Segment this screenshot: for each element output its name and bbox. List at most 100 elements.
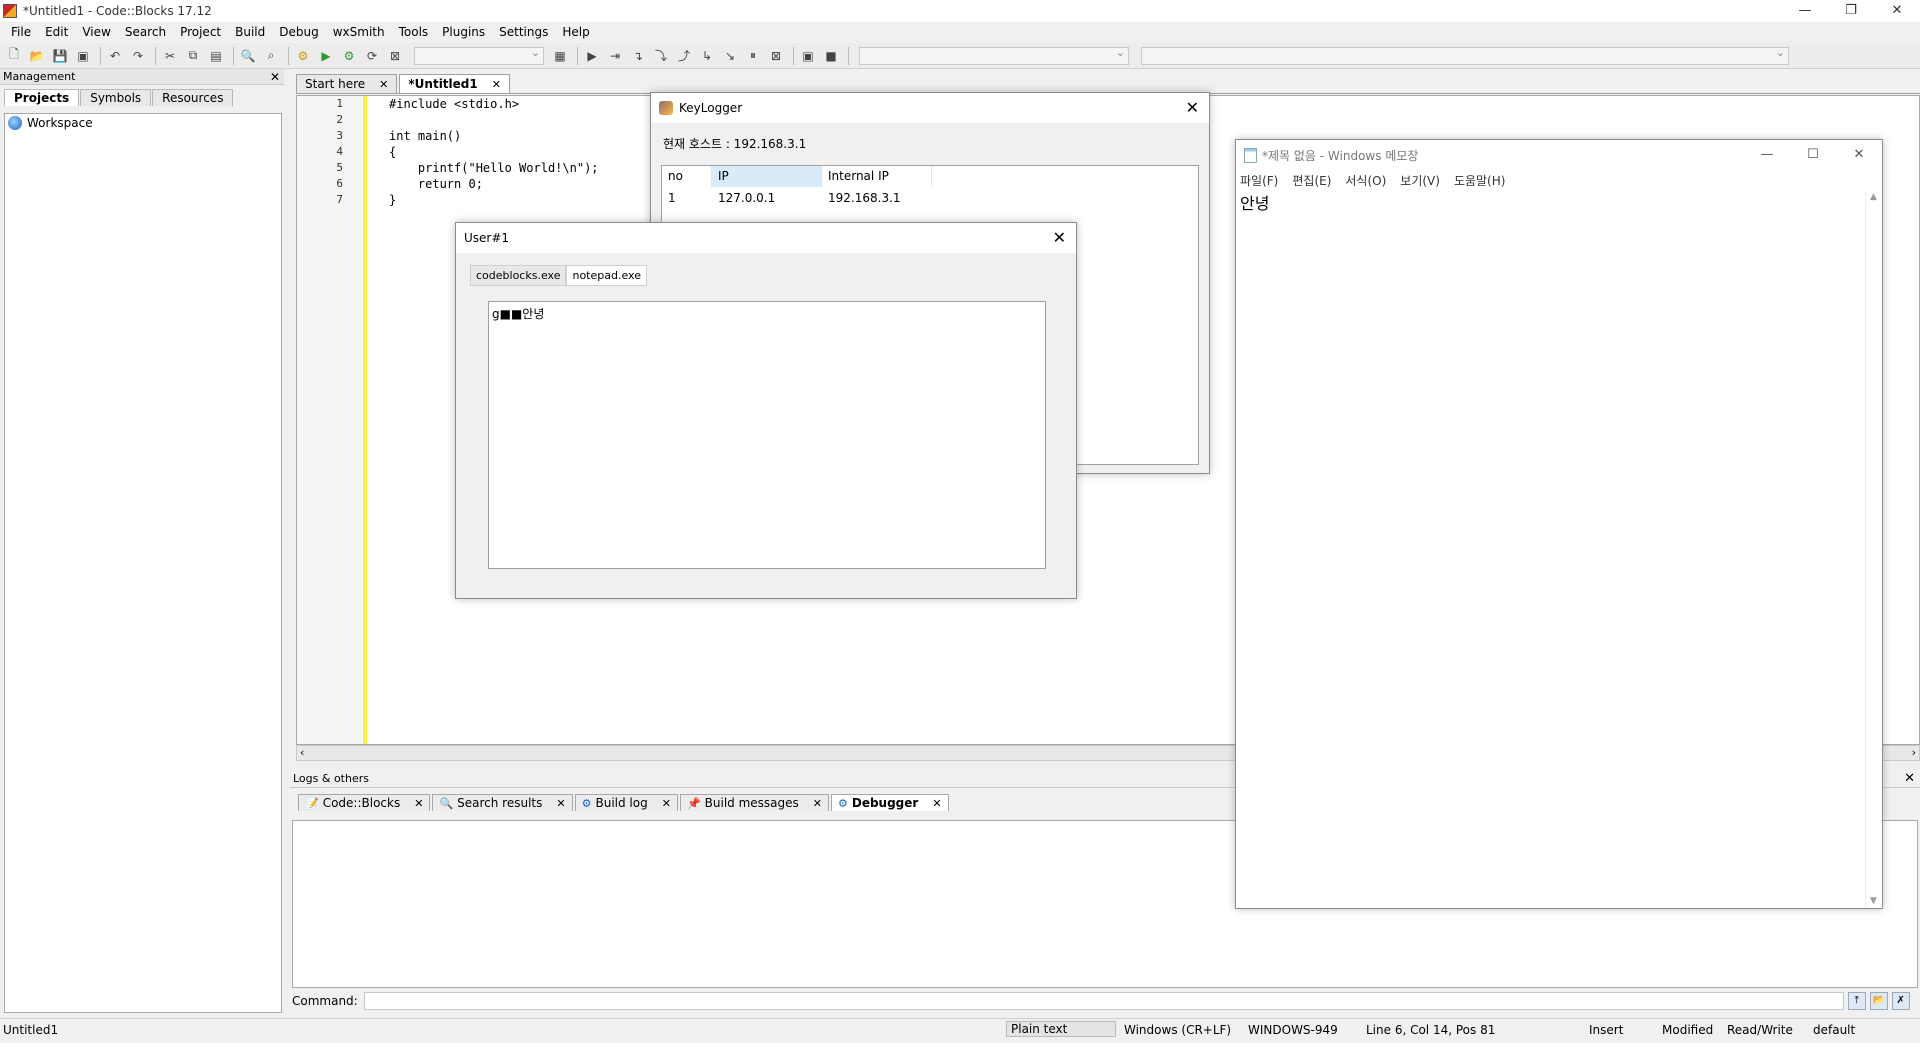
- code-line[interactable]: {: [389, 144, 599, 160]
- close-icon[interactable]: ✕: [813, 797, 822, 810]
- replace-icon[interactable]: ⌕: [261, 46, 281, 66]
- tab-build-messages[interactable]: 📌 Build messages ✕: [679, 794, 829, 811]
- abort-icon[interactable]: ⊠: [385, 46, 405, 66]
- step-into-instruction-icon[interactable]: ↘: [720, 46, 740, 66]
- open-file-icon[interactable]: 📂: [27, 46, 47, 66]
- menu-settings[interactable]: Settings: [492, 22, 555, 43]
- tab-notepad-exe[interactable]: notepad.exe: [566, 265, 647, 286]
- menu-debug[interactable]: Debug: [272, 22, 325, 43]
- menu-build[interactable]: Build: [228, 22, 272, 43]
- close-icon[interactable]: ✕: [1904, 770, 1915, 788]
- menu-tools[interactable]: Tools: [392, 22, 436, 43]
- cut-icon[interactable]: ✂: [160, 46, 180, 66]
- tab-resources[interactable]: Resources: [152, 89, 234, 106]
- build-gear-icon[interactable]: ⚙: [293, 46, 313, 66]
- redo-icon[interactable]: ↷: [128, 46, 148, 66]
- close-icon[interactable]: ✕: [932, 797, 941, 810]
- load-script-icon[interactable]: 📂: [1869, 992, 1888, 1010]
- send-command-icon[interactable]: ⤒: [1847, 992, 1866, 1010]
- save-all-icon[interactable]: ▣: [73, 46, 93, 66]
- code-line[interactable]: return 0;: [389, 176, 599, 192]
- menu-file[interactable]: File: [4, 22, 38, 43]
- next-instruction-icon[interactable]: ↳: [697, 46, 717, 66]
- code-line[interactable]: printf("Hello World!\n");: [389, 160, 599, 176]
- close-icon[interactable]: ✕: [662, 797, 671, 810]
- tab-symbols[interactable]: Symbols: [80, 89, 152, 106]
- restore-button[interactable]: ❐: [1828, 0, 1874, 22]
- command-input[interactable]: [363, 992, 1844, 1010]
- minimize-button[interactable]: —: [1744, 140, 1790, 170]
- code-line[interactable]: int main(): [389, 128, 599, 144]
- code-completion-scope-select[interactable]: [859, 46, 1129, 65]
- notepad-text-area[interactable]: 안녕: [1240, 190, 1269, 214]
- step-out-icon[interactable]: ⤴: [674, 46, 694, 66]
- close-icon[interactable]: ✕: [270, 69, 280, 85]
- paste-icon[interactable]: ▤: [206, 46, 226, 66]
- clear-output-icon[interactable]: ✗: [1891, 992, 1910, 1010]
- run-icon[interactable]: ▶: [316, 46, 336, 66]
- menu-file[interactable]: 파일(F): [1240, 172, 1278, 190]
- code-line[interactable]: }: [389, 192, 599, 208]
- close-icon[interactable]: ✕: [492, 78, 501, 91]
- column-ip[interactable]: IP: [712, 166, 822, 187]
- run-to-cursor-icon[interactable]: ⇥: [605, 46, 625, 66]
- menu-project[interactable]: Project: [173, 22, 228, 43]
- copy-icon[interactable]: ⧉: [183, 46, 203, 66]
- close-icon[interactable]: ✕: [1053, 228, 1066, 247]
- break-icon[interactable]: ⏸: [743, 46, 763, 66]
- notepad-vertical-scrollbar[interactable]: ▲ ▼: [1865, 190, 1882, 908]
- show-target-dialog-icon[interactable]: ▦: [550, 46, 570, 66]
- close-icon[interactable]: ✕: [1186, 98, 1199, 117]
- tab-search-results[interactable]: 🔍 Search results ✕: [432, 794, 573, 811]
- menu-view[interactable]: 보기(V): [1400, 172, 1440, 190]
- table-row[interactable]: 1 127.0.0.1 192.168.3.1: [662, 187, 1198, 208]
- tab-debugger[interactable]: ⚙ Debugger ✕: [830, 794, 949, 811]
- menu-view[interactable]: View: [75, 22, 117, 43]
- code-completion-function-select[interactable]: [1141, 46, 1789, 65]
- code-line[interactable]: #include <stdio.h>: [389, 96, 599, 112]
- scroll-down-icon[interactable]: ▼: [1870, 896, 1877, 906]
- menu-search[interactable]: Search: [118, 22, 173, 43]
- captured-keystrokes-box[interactable]: g■■안녕: [488, 301, 1046, 569]
- debug-info-icon[interactable]: ■: [821, 46, 841, 66]
- close-button[interactable]: ✕: [1874, 0, 1920, 22]
- stop-debug-icon[interactable]: ⊠: [766, 46, 786, 66]
- scroll-left-icon[interactable]: ‹: [300, 746, 304, 759]
- column-internal-ip[interactable]: Internal IP: [822, 166, 932, 187]
- tab-untitled1[interactable]: *Untitled1 ✕: [399, 74, 510, 93]
- undo-icon[interactable]: ↶: [105, 46, 125, 66]
- menu-format[interactable]: 서식(O): [1345, 172, 1386, 190]
- tab-start-here[interactable]: Start here ✕: [296, 74, 398, 93]
- maximize-button[interactable]: ☐: [1790, 140, 1836, 170]
- build-target-select[interactable]: [414, 46, 544, 65]
- build-run-icon[interactable]: ⚙: [339, 46, 359, 66]
- save-icon[interactable]: 💾: [50, 46, 70, 66]
- menu-edit[interactable]: Edit: [38, 22, 75, 43]
- minimize-button[interactable]: —: [1782, 0, 1828, 22]
- menu-edit[interactable]: 편집(E): [1292, 172, 1331, 190]
- find-icon[interactable]: 🔍: [238, 46, 258, 66]
- rebuild-icon[interactable]: ⟳: [362, 46, 382, 66]
- tab-codeblocks-exe[interactable]: codeblocks.exe: [470, 265, 567, 286]
- project-tree[interactable]: Workspace: [4, 113, 282, 1013]
- close-button[interactable]: ✕: [1836, 140, 1882, 170]
- tree-item-workspace[interactable]: Workspace: [5, 114, 281, 132]
- menu-wxsmith[interactable]: wxSmith: [326, 22, 392, 43]
- scroll-right-icon[interactable]: ›: [1912, 746, 1916, 759]
- menu-help[interactable]: Help: [555, 22, 596, 43]
- debug-continue-icon[interactable]: ▶: [582, 46, 602, 66]
- code-text[interactable]: #include <stdio.h> int main() { printf("…: [389, 96, 599, 208]
- close-icon[interactable]: ✕: [414, 797, 423, 810]
- menu-help[interactable]: 도움말(H): [1454, 172, 1506, 190]
- debug-windows-icon[interactable]: ▣: [798, 46, 818, 66]
- close-icon[interactable]: ✕: [556, 797, 565, 810]
- scroll-up-icon[interactable]: ▲: [1870, 192, 1877, 202]
- column-no[interactable]: no: [662, 166, 712, 187]
- code-line[interactable]: [389, 112, 599, 128]
- tab-projects[interactable]: Projects: [4, 89, 80, 106]
- close-icon[interactable]: ✕: [379, 78, 388, 91]
- step-into-icon[interactable]: ⤵: [651, 46, 671, 66]
- tab-build-log[interactable]: ⚙ Build log ✕: [574, 794, 678, 811]
- menu-plugins[interactable]: Plugins: [435, 22, 492, 43]
- new-file-icon[interactable]: 🗋: [4, 46, 24, 66]
